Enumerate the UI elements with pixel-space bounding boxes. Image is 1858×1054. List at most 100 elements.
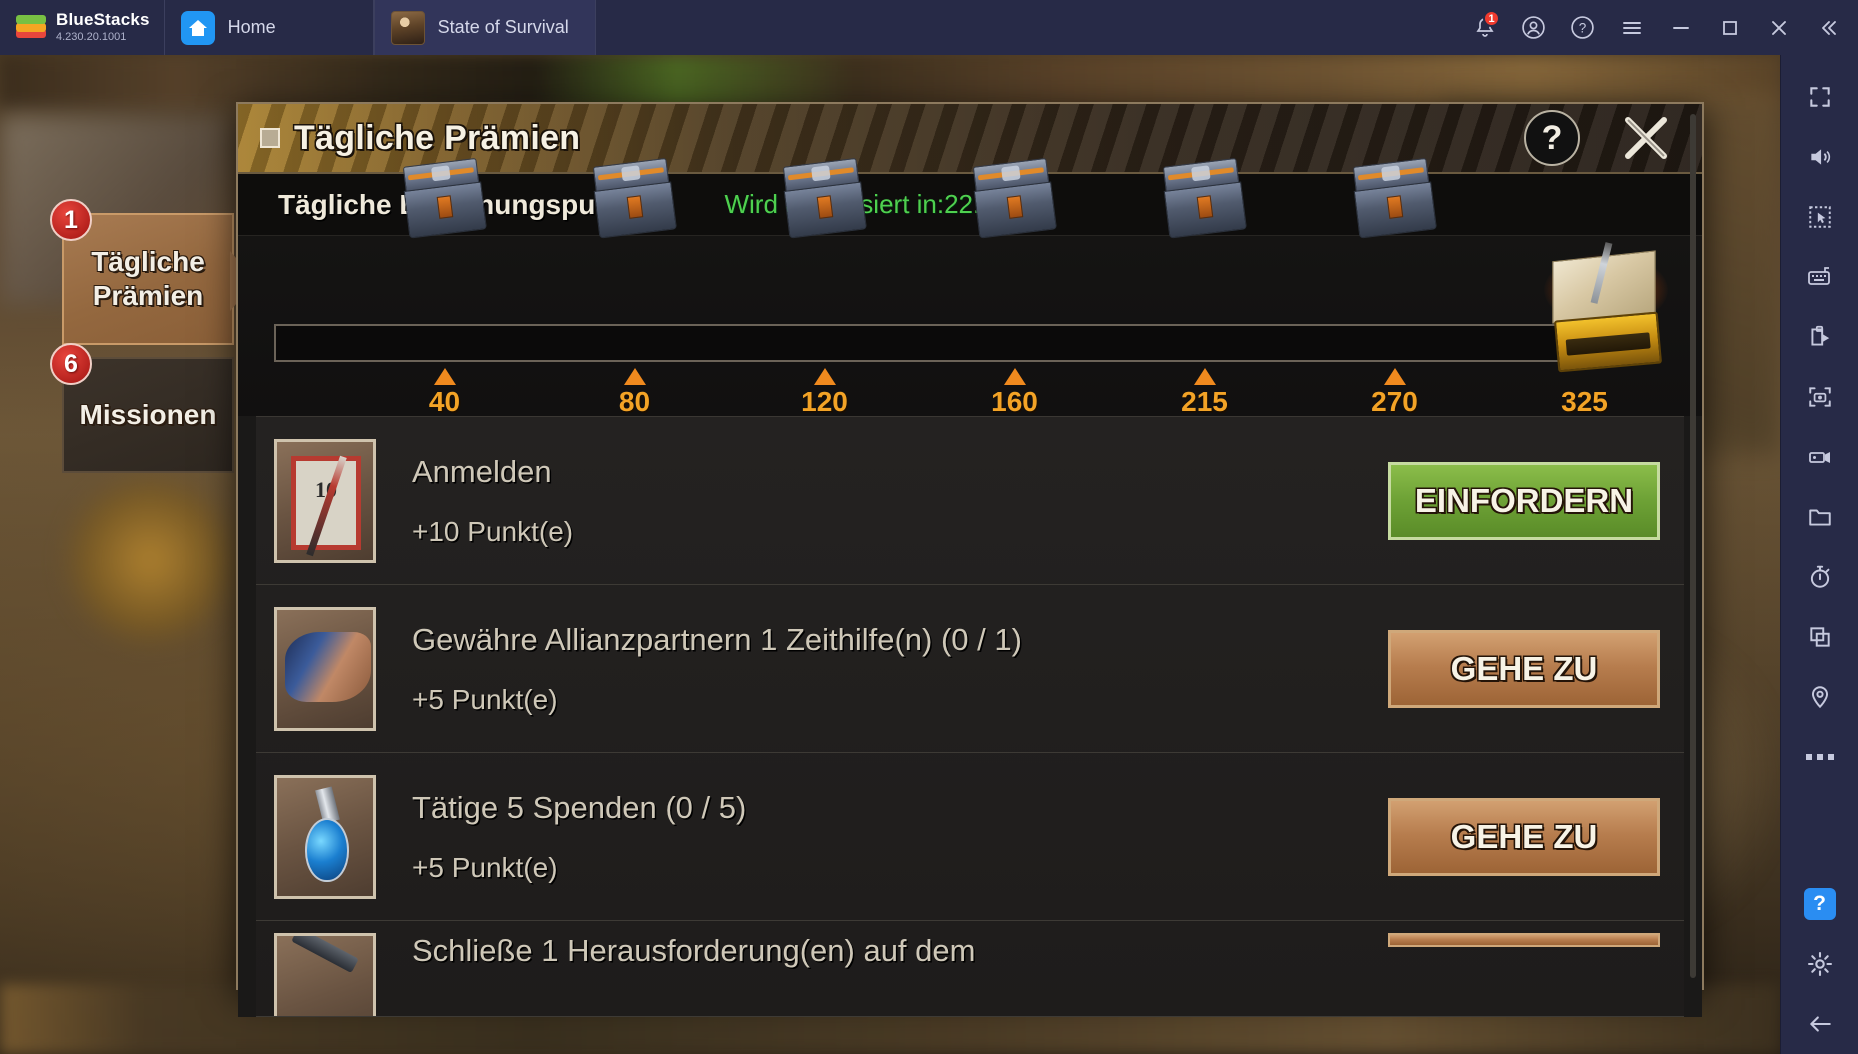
more-icon [1805,754,1834,760]
macro-script-icon [1810,325,1829,346]
record-video-icon [1808,452,1830,463]
volume-button[interactable] [1781,127,1858,187]
tab-label: Tägliche Prämien [91,246,205,311]
more-button[interactable] [1781,727,1858,787]
timer-button[interactable] [1781,547,1858,607]
account-icon [1522,16,1545,39]
cursor-select-button[interactable] [1781,187,1858,247]
sidebar-item-daily-rewards[interactable]: 1 Tägliche Prämien [50,199,256,345]
keyboard-icon [1807,267,1830,285]
brand-name: BlueStacks [56,10,150,29]
folder-icon [1808,509,1831,526]
go-to-button[interactable]: GEHE ZU [1388,797,1660,876]
close-icon [1771,20,1786,35]
tab-label: Home [227,17,276,37]
milestone-value: 325 [1561,386,1608,417]
calendar-icon [274,438,376,563]
dialog-body: Tägliche Belohnungspunkte0 Wird aktualis… [238,114,1702,1017]
back-button[interactable] [1781,994,1858,1054]
task-points: +5 Punkt(e) [412,851,558,883]
task-title: Schließe 1 Herausforderung(en) auf dem [412,933,976,968]
task-points: +5 Punkt(e) [412,683,558,715]
settings-button[interactable] [1781,934,1858,994]
game-thumbnail-icon [390,10,425,45]
task-title: Anmelden [412,453,552,489]
left-tab-strip: 1 Tägliche Prämien 6 Missionen [50,199,256,485]
fullscreen-button[interactable] [1781,67,1858,127]
sidebar-item-missions[interactable]: 6 Missionen [50,343,234,473]
task-list[interactable]: Anmelden +10 Punkt(e) EINFORDERN Gewähre Al… [256,114,1696,1017]
go-to-button[interactable]: GEHE ZU [1388,629,1660,708]
reward-chest-icon [1158,157,1250,241]
record-video-button[interactable] [1781,427,1858,487]
notifications-button[interactable]: 1 [1460,0,1509,55]
bluestacks-logo-icon [16,13,46,43]
task-text: Schließe 1 Herausforderung(en) auf dem [376,933,1388,969]
home-icon [180,10,215,45]
task-row: Gewähre Allianzpartnern 1 Zeithilfe(n) (… [256,585,1684,753]
back-arrow-icon [1809,1016,1831,1032]
task-title: Tätige 5 Spenden (0 / 5) [412,789,747,825]
reward-chest-icon [778,157,870,241]
task-row: Tätige 5 Spenden (0 / 5) +5 Punkt(e) GEHE … [256,753,1684,921]
flask-icon [274,774,376,899]
brand-version: 4.230.20.1001 [56,31,127,43]
maximize-button[interactable] [1705,0,1754,55]
macro-script-button[interactable] [1781,307,1858,367]
minimize-button[interactable] [1656,0,1705,55]
milestone-arrow-icon [1193,368,1216,385]
collapse-sidebar-button[interactable] [1803,0,1852,55]
daily-rewards-dialog: Tägliche Prämien ? Tägliche Belohnungspu… [236,102,1704,1017]
go-to-button[interactable] [1388,933,1660,947]
reward-chest-icon [588,157,680,241]
titlebar-spacer [596,0,1460,55]
weapon-icon [274,933,376,1016]
tab-home[interactable]: Home [163,0,374,55]
close-window-button[interactable] [1754,0,1803,55]
screenshot-button[interactable] [1781,367,1858,427]
minimize-icon [1672,26,1689,29]
handshake-icon [274,606,376,731]
sidebar-help-button[interactable]: ? [1781,874,1858,934]
location-button[interactable] [1781,667,1858,727]
keyboard-button[interactable] [1781,247,1858,307]
milestone-value: 40 [428,386,461,417]
reward-chest-icon [1348,157,1440,241]
menu-button[interactable] [1607,0,1656,55]
tab-label: State of Survival [437,17,569,37]
multi-instance-button[interactable] [1781,607,1858,667]
screenshot-icon [1808,387,1831,407]
help-button[interactable]: ? [1558,0,1607,55]
tab-badge: 6 [50,343,92,385]
account-button[interactable] [1509,0,1558,55]
fullscreen-icon [1809,87,1830,107]
header-emblem-icon [260,128,280,148]
milestone-value: 270 [1371,386,1418,417]
collapse-icon [1821,20,1836,35]
close-button[interactable] [1614,106,1678,170]
milestone-progress-section: 40 80 120 160 215 270 325 [238,157,1702,417]
milestone-arrow-icon [1003,368,1026,385]
claim-button[interactable]: EINFORDERN [1388,461,1660,540]
help-button[interactable]: ? [1524,110,1580,166]
notification-badge: 1 [1483,10,1500,27]
task-points: +10 Punkt(e) [412,515,574,547]
tab-state-of-survival[interactable]: State of Survival [373,0,596,55]
tab-badge: 1 [50,199,92,241]
milestone-arrow-icon [433,368,456,385]
task-text: Gewähre Allianzpartnern 1 Zeithilfe(n) (… [376,622,1388,716]
svg-text:?: ? [1579,21,1587,36]
help-icon: ? [1803,888,1836,920]
tab-label: Missionen [79,399,217,430]
task-row: Schließe 1 Herausforderung(en) auf dem [256,921,1684,1017]
milestone-arrow-icon [623,368,646,385]
task-text: Anmelden +10 Punkt(e) [376,454,1388,548]
bluestacks-brand: BlueStacks 4.230.20.1001 [0,0,164,55]
bluestacks-titlebar: BlueStacks 4.230.20.1001 Home State of S… [0,0,1858,55]
milestone-value: 120 [801,386,848,417]
final-reward-chest-icon[interactable] [1538,242,1674,373]
multi-instance-icon [1809,627,1830,647]
folder-button[interactable] [1781,487,1858,547]
bluestacks-sidebar: ? [1780,55,1858,1054]
volume-icon [1810,149,1830,165]
